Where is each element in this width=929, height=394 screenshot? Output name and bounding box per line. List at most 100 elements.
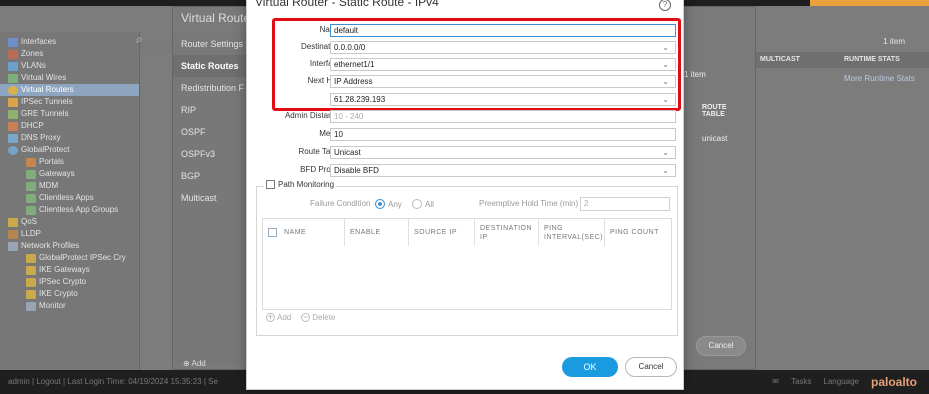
metric-field[interactable]: 10 bbox=[330, 128, 676, 141]
add-button[interactable]: ⊕ Add bbox=[173, 359, 253, 368]
column-destination-ip[interactable]: DESTINATION IP bbox=[475, 219, 539, 246]
radio-any-label: Any bbox=[388, 199, 402, 209]
route-table-value: Unicast bbox=[334, 148, 361, 157]
chevron-down-icon[interactable]: ⌄ bbox=[662, 165, 669, 176]
tree-item-label: Network Profiles bbox=[21, 241, 80, 250]
bfd-select[interactable]: Disable BFD ⌄ bbox=[330, 164, 676, 177]
tree-item-qos[interactable]: QoS bbox=[8, 216, 37, 228]
tree-item-label: IKE Crypto bbox=[39, 289, 78, 298]
gre-tunnels-icon bbox=[8, 109, 18, 119]
tree-item-ike-gateways[interactable]: IKE Gateways bbox=[26, 264, 90, 276]
clientless-apps-icon bbox=[26, 193, 36, 203]
status-login-info: admin | Logout | Last Login Time: 04/19/… bbox=[8, 377, 218, 386]
item-count: 1 item bbox=[883, 37, 905, 46]
preemptive-hold-field[interactable]: 2 bbox=[580, 197, 670, 211]
virtual-router-dialog-title: Virtual Route bbox=[181, 11, 251, 25]
nav-ospf[interactable]: OSPF bbox=[173, 121, 253, 143]
mdm-icon bbox=[26, 181, 36, 191]
nav-multicast[interactable]: Multicast bbox=[173, 187, 253, 209]
tree-item-label: VLANs bbox=[21, 61, 46, 70]
tree-item-zones[interactable]: Zones bbox=[8, 48, 43, 60]
clientless-app-groups-icon bbox=[26, 205, 36, 215]
column-multicast: MULTICAST bbox=[760, 56, 800, 63]
tree-item-label: Virtual Routers bbox=[21, 85, 74, 94]
tree-item-gre-tunnels[interactable]: GRE Tunnels bbox=[8, 108, 69, 120]
tree-item-vlans[interactable]: VLANs bbox=[8, 60, 46, 72]
radio-any[interactable]: Any bbox=[375, 199, 402, 209]
radio-unselected-icon bbox=[412, 199, 422, 209]
pm-add-button[interactable]: + Add bbox=[266, 313, 291, 322]
tree-item-ipsec-crypto[interactable]: IPSec Crypto bbox=[26, 276, 86, 288]
nav-bgp[interactable]: BGP bbox=[173, 165, 253, 187]
tree-item-dhcp[interactable]: DHCP bbox=[8, 120, 44, 132]
tree-item-label: Virtual Wires bbox=[21, 73, 67, 82]
tree-item-ipsec-tunnels[interactable]: IPSec Tunnels bbox=[8, 96, 73, 108]
tree-item-ike-crypto[interactable]: IKE Crypto bbox=[26, 288, 78, 300]
cancel-button[interactable]: Cancel bbox=[625, 357, 677, 377]
tree-item-monitor[interactable]: Monitor bbox=[26, 300, 66, 312]
nav-router-settings[interactable]: Router Settings bbox=[173, 33, 253, 55]
column-route-table: ROUTE TABLE bbox=[702, 104, 727, 118]
path-monitoring-label: Path Monitoring bbox=[278, 180, 335, 189]
tree-item-portals[interactable]: Portals bbox=[26, 156, 64, 168]
mail-icon[interactable]: ✉ bbox=[772, 370, 779, 394]
lock-icon bbox=[26, 289, 36, 299]
tree-item-label: Clientless App Groups bbox=[39, 205, 119, 214]
ok-button[interactable]: OK bbox=[562, 357, 618, 377]
radio-all[interactable]: All bbox=[412, 199, 434, 209]
runtime-stats-link[interactable]: More Runtime Stats bbox=[844, 74, 915, 83]
bfd-row: BFD Profile Disable BFD ⌄ bbox=[247, 164, 685, 178]
tree-item-virtual-wires[interactable]: Virtual Wires bbox=[8, 72, 66, 84]
route-table-select[interactable]: Unicast ⌄ bbox=[330, 146, 676, 159]
tree-item-label: GRE Tunnels bbox=[21, 109, 69, 118]
nav-redistribution[interactable]: Redistribution F bbox=[173, 77, 253, 99]
tree-item-interfaces[interactable]: Interfaces bbox=[8, 36, 56, 48]
nav-static-routes[interactable]: Static Routes bbox=[173, 55, 253, 77]
vlans-icon bbox=[8, 61, 18, 71]
qos-icon bbox=[8, 217, 18, 227]
tree-item-network-profiles[interactable]: Network Profiles bbox=[8, 240, 79, 252]
tree-item-virtual-routers[interactable]: Virtual Routers bbox=[0, 84, 139, 96]
background-cancel-button[interactable]: Cancel bbox=[696, 336, 746, 356]
column-enable[interactable]: ENABLE bbox=[345, 219, 409, 246]
tree-item-gateways[interactable]: Gateways bbox=[26, 168, 75, 180]
chevron-down-icon[interactable]: ⌄ bbox=[662, 147, 669, 158]
tasks-link[interactable]: Tasks bbox=[791, 370, 811, 394]
tree-item-clientless-app-groups[interactable]: Clientless App Groups bbox=[26, 204, 118, 216]
tree-item-globalprotect-ipsec-crypto[interactable]: GlobalProtect IPSec Cry bbox=[26, 252, 126, 264]
column-runtime-stats: RUNTIME STATS bbox=[844, 56, 900, 63]
column-ping-interval[interactable]: PING INTERVAL(SEC) bbox=[539, 219, 605, 246]
select-all-checkbox[interactable] bbox=[268, 228, 277, 237]
failure-condition-row: Failure Condition Any All Preemptive Hol… bbox=[257, 197, 679, 211]
language-link[interactable]: Language bbox=[823, 370, 859, 394]
admin-distance-field[interactable]: 10 - 240 bbox=[330, 110, 676, 123]
tree-item-label: IPSec Crypto bbox=[39, 277, 87, 286]
tree-item-label: Interfaces bbox=[21, 37, 57, 46]
nav-rip[interactable]: RIP bbox=[173, 99, 253, 121]
lldp-icon bbox=[8, 229, 18, 239]
metric-row: Metric 10 bbox=[247, 128, 685, 142]
ike-gateways-icon bbox=[26, 265, 36, 275]
tree-item-label: Gateways bbox=[39, 169, 75, 178]
pm-delete-label: Delete bbox=[312, 313, 336, 322]
tree-item-dns-proxy[interactable]: DNS Proxy bbox=[8, 132, 61, 144]
tree-item-label: GlobalProtect bbox=[21, 145, 70, 154]
path-monitoring-checkbox[interactable] bbox=[266, 180, 275, 189]
path-monitoring-table: NAME ENABLE SOURCE IP DESTINATION IP PIN… bbox=[262, 218, 672, 310]
column-name[interactable]: NAME bbox=[279, 219, 345, 246]
tree-item-label: MDM bbox=[39, 181, 59, 190]
tree-item-label: Monitor bbox=[39, 301, 66, 310]
preemptive-hold-label: Preemptive Hold Time (min) bbox=[479, 199, 579, 208]
nav-ospfv3[interactable]: OSPFv3 bbox=[173, 143, 253, 165]
column-ping-count[interactable]: PING COUNT bbox=[605, 219, 671, 246]
column-source-ip[interactable]: SOURCE IP bbox=[409, 219, 475, 246]
tree-item-clientless-apps[interactable]: Clientless Apps bbox=[26, 192, 94, 204]
help-icon[interactable]: ? bbox=[659, 0, 671, 11]
pm-delete-button[interactable]: − Delete bbox=[301, 313, 335, 322]
tree-item-lldp[interactable]: LLDP bbox=[8, 228, 41, 240]
tree-item-globalprotect[interactable]: GlobalProtect bbox=[8, 144, 69, 156]
tree-item-label: Clientless Apps bbox=[39, 193, 94, 202]
search-icon[interactable]: ⌕ bbox=[136, 32, 143, 47]
tree-item-label: LLDP bbox=[21, 229, 42, 238]
tree-item-mdm[interactable]: MDM bbox=[26, 180, 58, 192]
